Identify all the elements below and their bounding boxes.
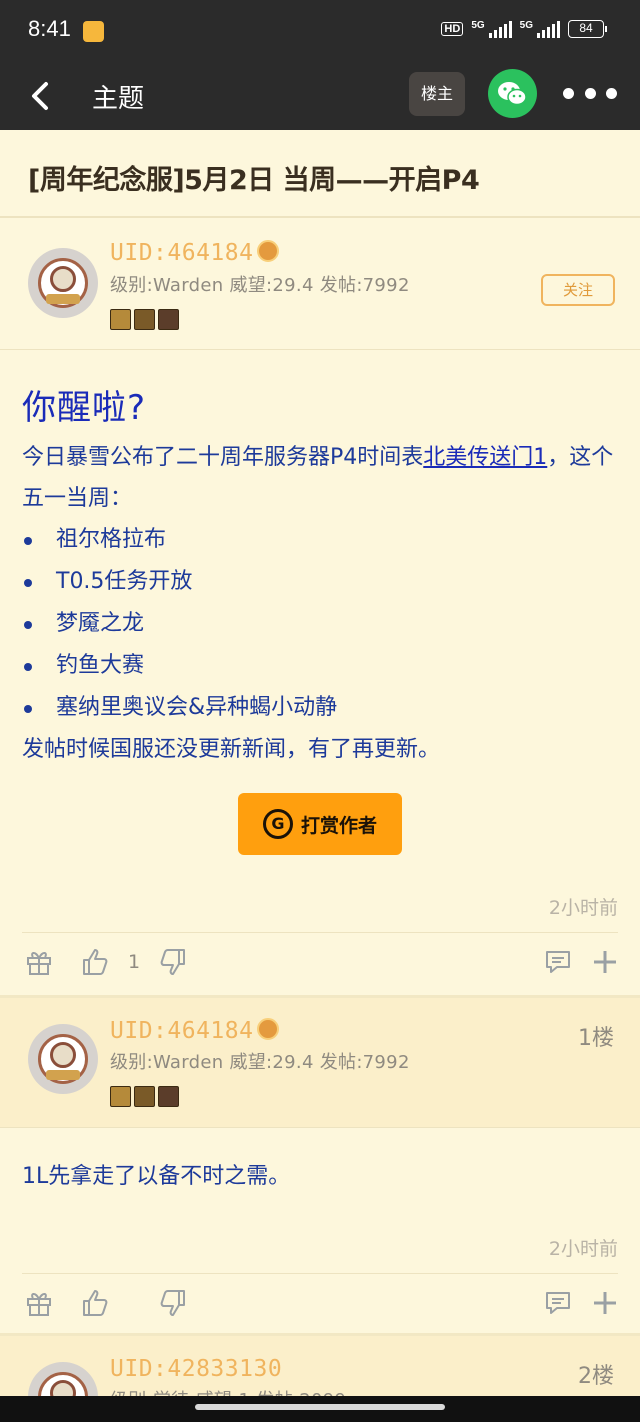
thumb-up-icon[interactable] [80, 1288, 110, 1318]
post-time: 2小时前 [548, 897, 618, 919]
gesture-bar[interactable] [0, 1396, 640, 1422]
reply-content: 1L先拿走了以备不时之需。 [22, 1164, 291, 1189]
battery-icon: 84 [568, 20, 607, 38]
post-author-header: UID:464184 级别:Warden 威望:29.4 发帖:7992 1楼 [0, 998, 640, 1128]
page-title: 主题 [92, 84, 145, 114]
topic-title: [周年纪念服]5月2日 当周——开启P4 [28, 165, 480, 196]
thumb-down-icon[interactable] [158, 1288, 188, 1318]
author-uid[interactable]: UID:464184 [110, 240, 280, 266]
event-list: 祖尔格拉布 T0.5任务开放 梦魇之龙 钓鱼大赛 塞纳里奥议会&异种蝎小动静 [22, 519, 622, 729]
post-heading: 你醒啦? [22, 388, 147, 428]
main-post: UID:464184 级别:Warden 威望:29.4 发帖:7992 关注 … [0, 220, 640, 992]
author-uid[interactable]: UID:42833130 [110, 1356, 282, 1382]
author-meta: 级别:Warden 威望:29.4 发帖:7992 [110, 1052, 410, 1073]
topic-header: [周年纪念服]5月2日 当周——开启P4 [0, 130, 640, 218]
medal-icon [257, 1018, 280, 1040]
badge-icon [158, 1086, 179, 1107]
badge-icon [134, 309, 155, 330]
author-meta: 级别:学徒 威望:1 发帖:2099 [110, 1386, 346, 1396]
nav-bar: 主题 楼主 [0, 64, 640, 130]
author-badges [110, 309, 179, 330]
floor-number: 2楼 [578, 1364, 614, 1389]
badge-icon [134, 1086, 155, 1107]
list-item: 祖尔格拉布 [22, 519, 622, 561]
network-label-2: 5G [519, 20, 533, 31]
avatar[interactable] [28, 1362, 98, 1396]
reward-icon: G [262, 809, 293, 839]
badge-icon [110, 1086, 131, 1107]
notification-icon [83, 21, 104, 42]
follow-button[interactable]: 关注 [541, 274, 615, 306]
thumb-down-icon[interactable] [158, 947, 188, 977]
comment-icon[interactable] [543, 947, 573, 977]
post-content: 你醒啦? 今日暴雪公布了二十周年服务器P4时间表北美传送门1，这个五一当周： 祖… [22, 380, 622, 770]
post-author-header: UID:464184 级别:Warden 威望:29.4 发帖:7992 关注 [0, 220, 640, 350]
reply-post-1: UID:464184 级别:Warden 威望:29.4 发帖:7992 1楼 … [0, 995, 640, 1330]
reward-author-button[interactable]: G 打赏作者 [238, 793, 402, 855]
list-item: 梦魇之龙 [22, 603, 622, 645]
list-item: 钓鱼大赛 [22, 645, 622, 687]
avatar[interactable] [28, 248, 98, 318]
back-icon[interactable] [28, 78, 56, 114]
author-uid[interactable]: UID:464184 [110, 1018, 280, 1044]
avatar[interactable] [28, 1024, 98, 1094]
plus-icon[interactable] [590, 947, 620, 977]
status-indicators: HD 5G 5G 84 [441, 20, 607, 38]
post-actions: 1 [22, 932, 618, 992]
list-item: T0.5任务开放 [22, 561, 622, 603]
comment-icon[interactable] [543, 1288, 573, 1318]
post-intro: 今日暴雪公布了二十周年服务器P4时间表北美传送门1，这个五一当周： [22, 445, 614, 511]
post-time: 2小时前 [548, 1238, 618, 1260]
more-icon[interactable] [563, 86, 617, 100]
gift-icon[interactable] [24, 947, 54, 977]
status-bar: 8:41 HD 5G 5G 84 [0, 0, 640, 64]
author-badges [110, 1086, 179, 1107]
floor-number: 1楼 [578, 1026, 614, 1051]
plus-icon[interactable] [590, 1288, 620, 1318]
reply-post-2: UID:42833130 级别:学徒 威望:1 发帖:2099 2楼 [0, 1333, 640, 1396]
wechat-icon[interactable] [488, 69, 537, 118]
thumb-up-icon[interactable] [80, 947, 110, 977]
medal-icon [257, 240, 280, 262]
badge-icon [110, 309, 131, 330]
badge-icon [158, 309, 179, 330]
post-closing: 发帖时候国服还没更新新闻，有了再更新。 [22, 737, 441, 762]
list-item: 塞纳里奥议会&异种蝎小动静 [22, 687, 622, 729]
hd-icon: HD [441, 22, 464, 36]
na-portal-link[interactable]: 北美传送门1 [423, 445, 547, 470]
signal-icon [488, 20, 512, 38]
like-count: 1 [128, 951, 141, 973]
status-time: 8:41 [28, 16, 71, 41]
network-label: 5G [471, 20, 485, 31]
signal-icon-2 [537, 20, 560, 38]
post-actions [22, 1273, 618, 1333]
louzhu-button[interactable]: 楼主 [409, 72, 465, 116]
post-author-header: UID:42833130 级别:学徒 威望:1 发帖:2099 2楼 [0, 1336, 640, 1396]
author-meta: 级别:Warden 威望:29.4 发帖:7992 [110, 275, 410, 296]
gift-icon[interactable] [24, 1288, 54, 1318]
